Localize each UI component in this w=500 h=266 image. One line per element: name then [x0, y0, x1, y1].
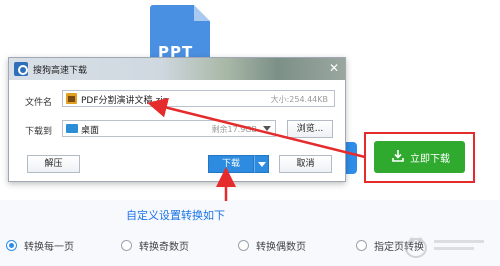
dropdown-arrow-icon[interactable] — [263, 126, 271, 131]
download-now-label: 立即下载 — [410, 154, 450, 165]
doc-fold — [194, 5, 210, 21]
dialog-title: 搜狗高速下载 — [33, 66, 88, 76]
download-now-button[interactable]: 立即下载 — [374, 141, 465, 173]
option-odd-pages-label: 转换奇数页 — [139, 241, 189, 253]
radio-odd-pages[interactable] — [121, 239, 132, 251]
save-to-label: 下载到 — [25, 127, 53, 137]
option-every-page-label: 转换每一页 — [24, 241, 74, 253]
cancel-button[interactable]: 取消 — [279, 155, 332, 173]
download-dialog: 搜狗高速下载 ✕ 文件名 PDF分割演讲文稿.zip 大小:254.44KB 下… — [8, 57, 346, 182]
save-location-select[interactable]: 桌面 剩余17.9GB — [62, 120, 276, 137]
radio-every-page[interactable] — [6, 239, 17, 251]
watermark-logo — [405, 237, 484, 258]
download-options-caret[interactable] — [254, 155, 269, 173]
unzip-button[interactable]: 解压 — [27, 155, 80, 173]
annotation-text: 自定义设置转换如下 — [126, 209, 225, 222]
ppt-file-icon: PPT — [150, 5, 210, 63]
zip-file-icon — [66, 93, 77, 104]
file-name-field[interactable]: PDF分割演讲文稿.zip 大小:254.44KB — [62, 90, 335, 107]
option-odd-pages[interactable]: 转换奇数页 — [121, 237, 189, 253]
partial-blue-button[interactable] — [345, 142, 357, 174]
option-even-pages-label: 转换偶数页 — [256, 241, 306, 253]
option-even-pages[interactable]: 转换偶数页 — [238, 237, 306, 253]
radio-specified-pages[interactable] — [356, 239, 367, 251]
file-name-label: 文件名 — [25, 98, 53, 108]
file-size: 大小:254.44KB — [270, 95, 328, 104]
dialog-titlebar[interactable]: 搜狗高速下载 ✕ — [9, 58, 345, 80]
app-icon — [14, 62, 28, 76]
save-location-value: 桌面 — [81, 126, 100, 136]
download-icon — [392, 150, 404, 162]
file-name-value: PDF分割演讲文稿.zip — [81, 96, 169, 106]
browse-button[interactable]: 浏览... — [287, 120, 333, 138]
close-icon[interactable]: ✕ — [329, 61, 339, 75]
free-space: 剩余17.9GB — [211, 125, 258, 134]
folder-icon — [66, 124, 78, 133]
radio-even-pages[interactable] — [238, 239, 249, 251]
download-button[interactable]: 下载 — [208, 155, 254, 173]
option-every-page[interactable]: 转换每一页 — [6, 237, 74, 253]
